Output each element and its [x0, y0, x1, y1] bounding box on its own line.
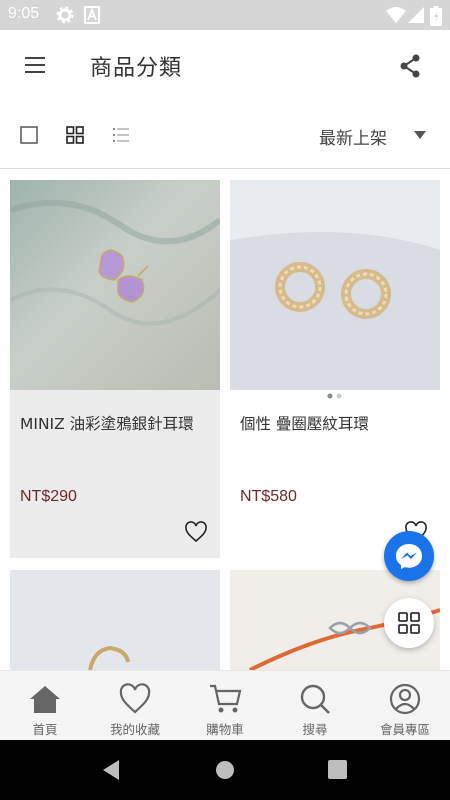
- nav-label: 首頁: [32, 722, 58, 737]
- product-card[interactable]: MINIZ 油彩塗鴉銀針耳環 NT$290: [10, 180, 220, 558]
- system-nav-bar: [0, 740, 450, 800]
- recents-icon[interactable]: [328, 760, 347, 779]
- divider: [0, 168, 450, 169]
- nav-label: 購物車: [206, 722, 244, 737]
- app-bar: 商品分類: [0, 30, 450, 100]
- nav-item-search[interactable]: 搜尋: [270, 671, 360, 741]
- status-bar: 9:05: [0, 0, 450, 30]
- grid-menu-button[interactable]: [384, 598, 434, 648]
- image-pager-dots: [327, 393, 342, 399]
- product-image[interactable]: [230, 180, 440, 390]
- product-name: MINIZ 油彩塗鴉銀針耳環: [20, 415, 194, 433]
- share-icon[interactable]: [396, 52, 424, 80]
- caret-down-icon[interactable]: [413, 130, 427, 140]
- product-price: NT$290: [20, 488, 77, 505]
- list-view-icon[interactable]: [109, 123, 133, 147]
- nav-label: 搜尋: [302, 722, 328, 737]
- heart-icon[interactable]: [184, 521, 208, 543]
- menu-icon[interactable]: [20, 50, 50, 80]
- nav-label: 我的收藏: [109, 722, 160, 737]
- signal-icon: [408, 7, 424, 23]
- product-price: NT$580: [240, 488, 297, 505]
- nav-item-cart[interactable]: 購物車: [180, 671, 270, 741]
- wifi-icon: [386, 7, 406, 23]
- notification-a-icon: [84, 6, 100, 24]
- sort-dropdown[interactable]: 最新上架: [319, 124, 387, 149]
- product-card[interactable]: [10, 570, 220, 670]
- cart-icon: [210, 684, 242, 713]
- messenger-icon: [396, 544, 422, 569]
- product-card[interactable]: 個性 疊圈壓紋耳環 NT$580: [230, 180, 440, 558]
- page-title: 商品分類: [90, 56, 183, 81]
- bottom-nav: 首頁 我的收藏 購物車 搜尋 會員專區: [0, 670, 450, 740]
- status-time: 9:05: [8, 5, 40, 22]
- user-icon: [389, 683, 421, 715]
- nav-item-home[interactable]: 首頁: [0, 671, 90, 741]
- nav-item-member[interactable]: 會員專區: [360, 671, 450, 741]
- nav-item-favorites[interactable]: 我的收藏: [90, 671, 180, 741]
- search-icon: [300, 684, 330, 714]
- product-image[interactable]: [10, 570, 220, 670]
- product-image[interactable]: [10, 180, 220, 390]
- home-icon: [30, 686, 60, 713]
- back-icon[interactable]: [101, 759, 121, 781]
- battery-icon: [430, 6, 442, 26]
- nav-label: 會員專區: [379, 722, 430, 737]
- heart-icon: [119, 683, 151, 714]
- home-circle-icon[interactable]: [215, 760, 235, 780]
- grid-view-icon[interactable]: [63, 123, 87, 147]
- single-view-icon[interactable]: [17, 123, 41, 147]
- settings-icon: [56, 6, 74, 24]
- grid-icon: [398, 612, 420, 634]
- product-name: 個性 疊圈壓紋耳環: [240, 415, 369, 433]
- messenger-button[interactable]: [384, 531, 434, 581]
- view-toolbar: 最新上架: [0, 110, 450, 160]
